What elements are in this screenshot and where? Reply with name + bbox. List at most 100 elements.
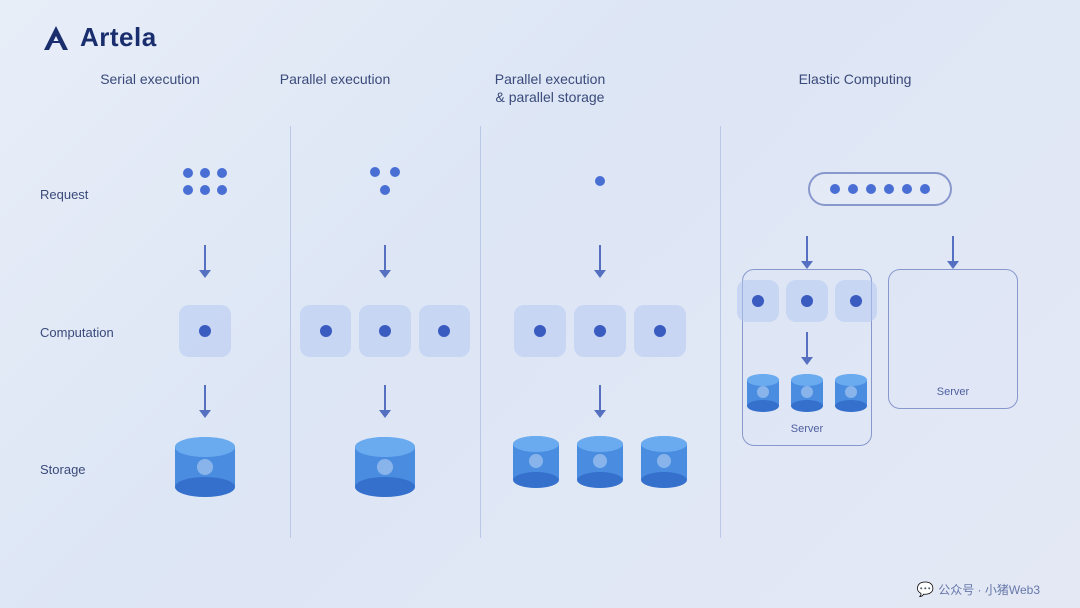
cylinder-icon [169, 431, 241, 503]
arrow-down-icon [199, 245, 211, 278]
cylinder-icon [788, 371, 826, 417]
arrow-down-icon [594, 245, 606, 278]
col-parallel [290, 126, 480, 578]
artela-logo-icon [40, 24, 72, 52]
dot [380, 185, 390, 195]
row-label-request: Request [40, 187, 120, 202]
logo-text: Artela [80, 22, 157, 53]
arrow-down-icon [199, 385, 211, 418]
diagram-container: Request Computation Storage [40, 126, 1040, 578]
watermark-text: 公众号 · 小猪Web3 [938, 581, 1040, 598]
elastic-arrows-row: Server Server [728, 236, 1032, 446]
server-label-1: Server [791, 423, 823, 435]
arrow-down-icon [801, 236, 813, 269]
compute-box [419, 305, 470, 357]
watermark: 💬 公众号 · 小猪Web3 [917, 581, 1040, 598]
compute-dot [320, 325, 332, 337]
logo-area: Artela [40, 22, 157, 53]
ps-arrow-1 [594, 236, 606, 286]
elastic-server-box-2: Server [888, 269, 1018, 409]
cylinder-icon [744, 371, 782, 417]
serial-computation [130, 286, 280, 376]
compute-box [574, 305, 626, 357]
dot [884, 184, 894, 194]
cylinder-icon [349, 431, 421, 503]
dot [183, 185, 193, 195]
elastic-arrow-server2: Server [888, 236, 1018, 409]
compute-box [359, 305, 410, 357]
cylinder-icon [636, 431, 692, 497]
dot [866, 184, 876, 194]
elastic-server-box-1: Server [742, 269, 872, 446]
dot [200, 185, 210, 195]
arrow-down-icon [801, 332, 813, 365]
compute-dot [438, 325, 450, 337]
elastic-server1-storage [744, 371, 870, 417]
compute-box [514, 305, 566, 357]
arrow-down-icon [379, 385, 391, 418]
dot [920, 184, 930, 194]
col-serial [120, 126, 290, 578]
compute-dot [199, 325, 211, 337]
compute-box [786, 280, 828, 322]
serial-request [130, 126, 280, 236]
serial-storage [130, 426, 280, 526]
compute-dot [850, 295, 862, 307]
parallel-arrow-2 [379, 376, 391, 426]
compute-dot [534, 325, 546, 337]
col-header-serial: Serial execution [60, 70, 240, 106]
parallel-arrow-1 [379, 236, 391, 286]
elastic-request [728, 126, 1032, 236]
elastic-server1-computation [737, 280, 877, 322]
compute-box [300, 305, 351, 357]
dot [217, 168, 227, 178]
ps-storage [490, 426, 710, 526]
parallel-request [300, 126, 470, 236]
compute-dot [801, 295, 813, 307]
wechat-icon: 💬 [917, 581, 934, 598]
compute-dot [752, 295, 764, 307]
row-label-computation: Computation [40, 325, 120, 340]
compute-dot [594, 325, 606, 337]
compute-box [634, 305, 686, 357]
serial-arrow-2 [199, 376, 211, 426]
dot [390, 167, 400, 177]
dot [217, 185, 227, 195]
serial-request-dots [183, 168, 227, 195]
dot [830, 184, 840, 194]
dot [848, 184, 858, 194]
compute-dot [379, 325, 391, 337]
main-content: Serial execution Parallel execution Para… [40, 70, 1040, 578]
arrow-down-icon [947, 236, 959, 269]
cylinder-icon [832, 371, 870, 417]
serial-arrow-1 [199, 236, 211, 286]
col-header-parallel-storage: Parallel execution & parallel storage [430, 70, 670, 106]
arrow-down-icon [379, 245, 391, 278]
compute-box [835, 280, 877, 322]
ps-arrow-2 [594, 376, 606, 426]
dot [902, 184, 912, 194]
compute-box [179, 305, 231, 357]
compute-box [737, 280, 779, 322]
col-header-parallel: Parallel execution [240, 70, 430, 106]
server-label-2: Server [937, 386, 969, 398]
elastic-request-box [808, 172, 952, 206]
col-parallel-storage [480, 126, 720, 578]
elastic-arrow-server1: Server [742, 236, 872, 446]
cylinder-icon [508, 431, 564, 497]
parallel-storage [300, 426, 470, 526]
arrow-down-icon [594, 385, 606, 418]
row-labels: Request Computation Storage [40, 126, 120, 578]
dot [200, 168, 210, 178]
dot [183, 168, 193, 178]
col-header-elastic: Elastic Computing [670, 70, 1040, 106]
compute-dot [654, 325, 666, 337]
dot [595, 176, 605, 186]
ps-computation [490, 286, 710, 376]
parallel-computation [300, 286, 470, 376]
row-label-storage: Storage [40, 462, 120, 477]
diagram-area: Server Server [120, 126, 1040, 578]
ps-request [490, 126, 710, 236]
dot [370, 167, 380, 177]
cylinder-icon [572, 431, 628, 497]
